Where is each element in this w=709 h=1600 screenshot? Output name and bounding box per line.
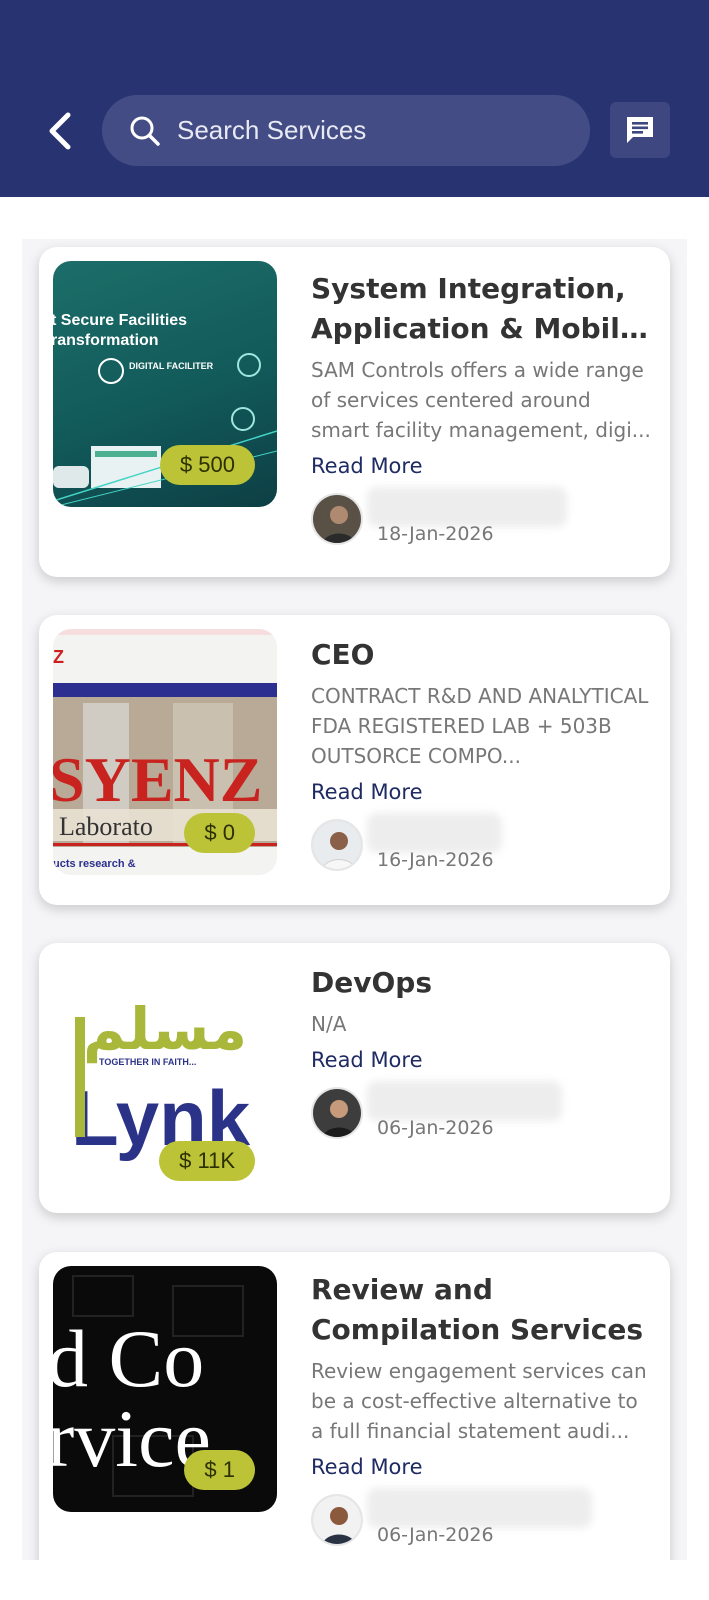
service-info: Review and Compilation Services Review e…	[311, 1270, 652, 1550]
author-row[interactable]: 16-Jan-2026	[311, 813, 652, 875]
read-more-link[interactable]: Read More	[311, 451, 652, 481]
services-list[interactable]: t Secure Facilities ransformation DIGITA…	[0, 197, 709, 1560]
author-row[interactable]: 18-Jan-2026	[311, 487, 652, 549]
search-input[interactable]	[177, 115, 557, 146]
post-date: 16-Jan-2026	[377, 849, 494, 871]
author-row[interactable]: 06-Jan-2026	[311, 1081, 652, 1143]
service-info: System Integration, Application & Mobile…	[311, 269, 652, 549]
chevron-left-icon	[49, 112, 71, 150]
post-date: 06-Jan-2026	[377, 1117, 494, 1139]
price-badge: $ 0	[184, 813, 255, 853]
thumbnail-text: SYENZ	[53, 744, 262, 815]
avatar[interactable]	[311, 1087, 363, 1139]
thumbnail-text: DIGITAL FACILITER	[129, 361, 214, 371]
author-row[interactable]: 06-Jan-2026	[311, 1488, 652, 1550]
service-title[interactable]: CEO	[311, 635, 652, 675]
service-card[interactable]: مسلم TOGETHER IN FAITH... Lynk $ 11K Dev…	[39, 943, 670, 1213]
app-header	[0, 0, 709, 197]
avatar[interactable]	[311, 1494, 363, 1546]
service-info: CEO CONTRACT R&D AND ANALYTICAL FDA REGI…	[311, 635, 652, 875]
service-description: N/A	[311, 1012, 347, 1036]
back-button[interactable]	[40, 106, 80, 156]
chat-icon	[627, 117, 653, 143]
thumbnail-text: ucts research &	[53, 858, 136, 870]
search-icon	[129, 114, 163, 148]
price-badge: $ 1	[184, 1450, 255, 1490]
thumbnail-text: Laborato	[59, 812, 153, 841]
author-name-blurred	[367, 487, 567, 527]
read-more-link[interactable]: Read More	[311, 1045, 652, 1075]
thumbnail-text: TOGETHER IN FAITH...	[99, 1057, 196, 1067]
service-card[interactable]: Z SYENZ Laborato ucts research & $ 0 CEO…	[39, 615, 670, 905]
service-thumbnail: مسلم TOGETHER IN FAITH... Lynk $ 11K	[53, 957, 277, 1203]
service-title[interactable]: System Integration, Application & Mobile…	[311, 269, 652, 349]
avatar[interactable]	[311, 493, 363, 545]
read-more-link[interactable]: Read More	[311, 777, 652, 807]
service-thumbnail: t Secure Facilities ransformation DIGITA…	[53, 261, 277, 507]
author-name-blurred	[367, 813, 502, 853]
chat-button[interactable]	[610, 102, 670, 158]
thumbnail-text: ransformation	[53, 332, 159, 349]
thumbnail-text: d Co	[53, 1313, 204, 1404]
author-name-blurred	[367, 1081, 562, 1121]
read-more-link[interactable]: Read More	[311, 1452, 652, 1482]
service-thumbnail: Z SYENZ Laborato ucts research & $ 0	[53, 629, 277, 875]
service-info: DevOps N/A Read More 06-Jan-2026	[311, 963, 652, 1143]
service-title[interactable]: Review and Compilation Services	[311, 1270, 652, 1350]
svg-text:Z: Z	[53, 647, 64, 667]
thumbnail-text: مسلم	[83, 995, 247, 1063]
price-badge: $ 500	[159, 445, 255, 485]
service-description: CONTRACT R&D AND ANALYTICAL FDA REGISTER…	[311, 684, 649, 768]
search-bar[interactable]	[102, 95, 590, 166]
service-description: Review engagement services can be a cost…	[311, 1359, 647, 1443]
price-badge: $ 11K	[159, 1141, 255, 1181]
service-description: SAM Controls offers a wide range of serv…	[311, 358, 651, 442]
author-name-blurred	[367, 1488, 592, 1528]
service-title[interactable]: DevOps	[311, 963, 652, 1003]
post-date: 06-Jan-2026	[377, 1524, 494, 1546]
thumbnail-text: t Secure Facilities	[53, 312, 187, 329]
avatar[interactable]	[311, 819, 363, 871]
service-thumbnail: d Co rvice $ 1	[53, 1266, 277, 1512]
post-date: 18-Jan-2026	[377, 523, 494, 545]
service-card[interactable]: d Co rvice $ 1 Review and Compilation Se…	[39, 1252, 670, 1560]
service-card[interactable]: t Secure Facilities ransformation DIGITA…	[39, 247, 670, 577]
